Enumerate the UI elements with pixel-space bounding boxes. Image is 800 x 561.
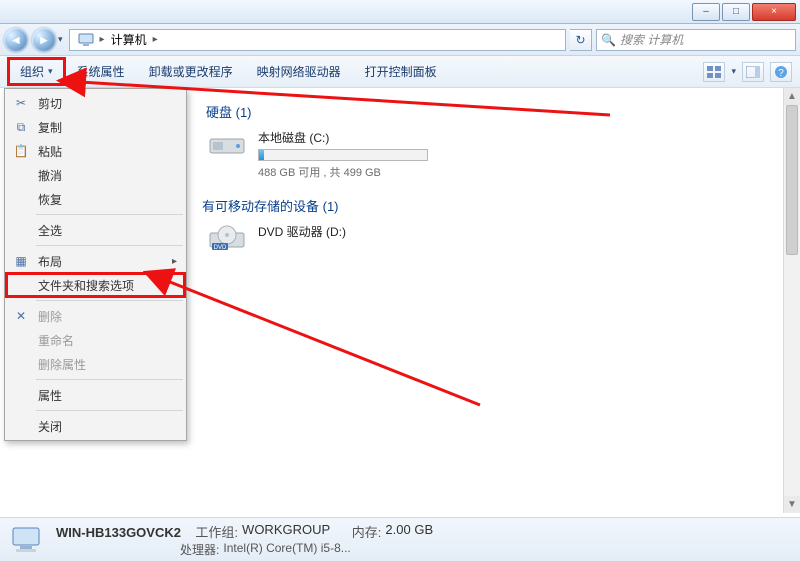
drive-label: 本地磁盘 (C:) (258, 129, 428, 146)
menu-label: 关闭 (38, 418, 62, 435)
menu-label: 剪切 (38, 95, 62, 112)
status-workgroup-value: WORKGROUP (242, 522, 330, 541)
undo-icon (12, 166, 30, 184)
menu-layout[interactable]: ▦ 布局 ▸ (6, 249, 185, 273)
submenu-arrow-icon: ▸ (172, 256, 177, 267)
search-input[interactable]: 🔍 搜索 计算机 (596, 29, 796, 51)
drive-label: DVD 驱动器 (D:) (258, 223, 346, 240)
status-cpu-key: 处理器: (180, 541, 219, 558)
toolbar: 组织 ▾ 系统属性 卸载或更改程序 映射网络驱动器 打开控制面板 ▾ ? (0, 56, 800, 88)
hdd-icon (208, 129, 248, 159)
menu-label: 粘贴 (38, 143, 62, 160)
scroll-up-button[interactable]: ▲ (784, 88, 800, 105)
help-button[interactable]: ? (770, 62, 792, 82)
menu-label: 撤消 (38, 167, 62, 184)
open-control-panel-button[interactable]: 打开控制面板 (353, 58, 449, 85)
address-bar[interactable]: ▸ 计算机 ▸ (69, 29, 566, 51)
chevron-down-icon: ▾ (48, 66, 53, 77)
chevron-down-icon[interactable]: ▾ (731, 66, 736, 77)
help-icon: ? (774, 65, 788, 79)
layout-icon: ▦ (12, 252, 30, 270)
scroll-thumb[interactable] (786, 105, 798, 255)
close-button[interactable]: × (752, 3, 796, 21)
statusbar: WIN-HB133GOVCK2 工作组:WORKGROUP 内存:2.00 GB… (0, 517, 800, 561)
preview-pane-button[interactable] (742, 62, 764, 82)
organize-menu: ✂ 剪切 ⧉ 复制 📋 粘贴 撤消 恢复 全选 ▦ 布局 ▸ 文件夹和搜索选项 … (4, 88, 187, 441)
status-memory-value: 2.00 GB (385, 522, 433, 541)
redo-icon (12, 190, 30, 208)
menu-separator (36, 245, 183, 246)
status-computer-name: WIN-HB133GOVCK2 (56, 525, 181, 540)
system-properties-button[interactable]: 系统属性 (65, 58, 137, 85)
menu-label: 复制 (38, 119, 62, 136)
menu-separator (36, 300, 183, 301)
minimize-button[interactable]: – (692, 3, 720, 21)
status-cpu-value: Intel(R) Core(TM) i5-8... (223, 541, 350, 558)
panel-icon (746, 66, 760, 78)
menu-label: 全选 (38, 222, 62, 239)
dvd-badge-text: DVD (214, 245, 227, 251)
nav-back-button[interactable]: ◄ (4, 28, 28, 52)
vertical-scrollbar[interactable]: ▲ ▼ (783, 88, 800, 513)
menu-separator (36, 379, 183, 380)
menu-copy[interactable]: ⧉ 复制 (6, 115, 185, 139)
menu-remove-properties: 删除属性 (6, 352, 185, 376)
menu-close[interactable]: 关闭 (6, 414, 185, 438)
menu-select-all[interactable]: 全选 (6, 218, 185, 242)
paste-icon: 📋 (12, 142, 30, 160)
search-icon: 🔍 (601, 33, 616, 47)
view-icon (707, 66, 721, 78)
dvd-icon: DVD (208, 223, 248, 253)
disk-stats: 488 GB 可用 , 共 499 GB (258, 164, 428, 180)
menu-label: 重命名 (38, 332, 74, 349)
menu-separator (36, 410, 183, 411)
menu-separator (36, 214, 183, 215)
map-network-drive-button[interactable]: 映射网络驱动器 (245, 58, 353, 85)
refresh-icon: ↻ (575, 33, 585, 47)
menu-delete: ✕ 删除 (6, 304, 185, 328)
delete-icon: ✕ (12, 307, 30, 325)
computer-icon (10, 525, 46, 555)
refresh-button[interactable]: ↻ (570, 29, 592, 51)
menu-label: 删除 (38, 308, 62, 325)
menu-label: 删除属性 (38, 356, 86, 373)
menu-rename: 重命名 (6, 328, 185, 352)
scroll-down-button[interactable]: ▼ (784, 496, 800, 513)
chevron-right-icon[interactable]: ▸ (151, 34, 160, 45)
menu-folder-search-options[interactable]: 文件夹和搜索选项 (6, 273, 185, 297)
menu-paste[interactable]: 📋 粘贴 (6, 139, 185, 163)
titlebar: – □ × (0, 0, 800, 24)
nav-forward-button[interactable]: ► (32, 28, 56, 52)
disk-usage-bar (258, 149, 428, 161)
nav-history-caret-icon[interactable]: ▾ (58, 34, 63, 45)
copy-icon: ⧉ (12, 118, 30, 136)
computer-icon (78, 32, 94, 48)
status-memory-key: 内存: (352, 522, 382, 541)
search-placeholder: 搜索 计算机 (620, 31, 683, 48)
menu-properties[interactable]: 属性 (6, 383, 185, 407)
change-view-button[interactable] (703, 62, 725, 82)
menu-label: 恢复 (38, 191, 62, 208)
status-workgroup-key: 工作组: (195, 522, 238, 541)
svg-text:?: ? (778, 68, 784, 79)
maximize-button[interactable]: □ (722, 3, 750, 21)
organize-label: 组织 (20, 63, 44, 80)
menu-redo[interactable]: 恢复 (6, 187, 185, 211)
menu-label: 文件夹和搜索选项 (38, 277, 134, 294)
organize-button[interactable]: 组织 ▾ (8, 58, 65, 85)
address-segment-label[interactable]: 计算机 (111, 31, 147, 48)
menu-cut[interactable]: ✂ 剪切 (6, 91, 185, 115)
menu-label: 属性 (38, 387, 62, 404)
cut-icon: ✂ (12, 94, 30, 112)
menu-undo[interactable]: 撤消 (6, 163, 185, 187)
menu-label: 布局 (38, 253, 62, 270)
uninstall-programs-button[interactable]: 卸载或更改程序 (137, 58, 245, 85)
chevron-right-icon[interactable]: ▸ (98, 34, 107, 45)
navbar: ◄ ► ▾ ▸ 计算机 ▸ ↻ 🔍 搜索 计算机 (0, 24, 800, 56)
